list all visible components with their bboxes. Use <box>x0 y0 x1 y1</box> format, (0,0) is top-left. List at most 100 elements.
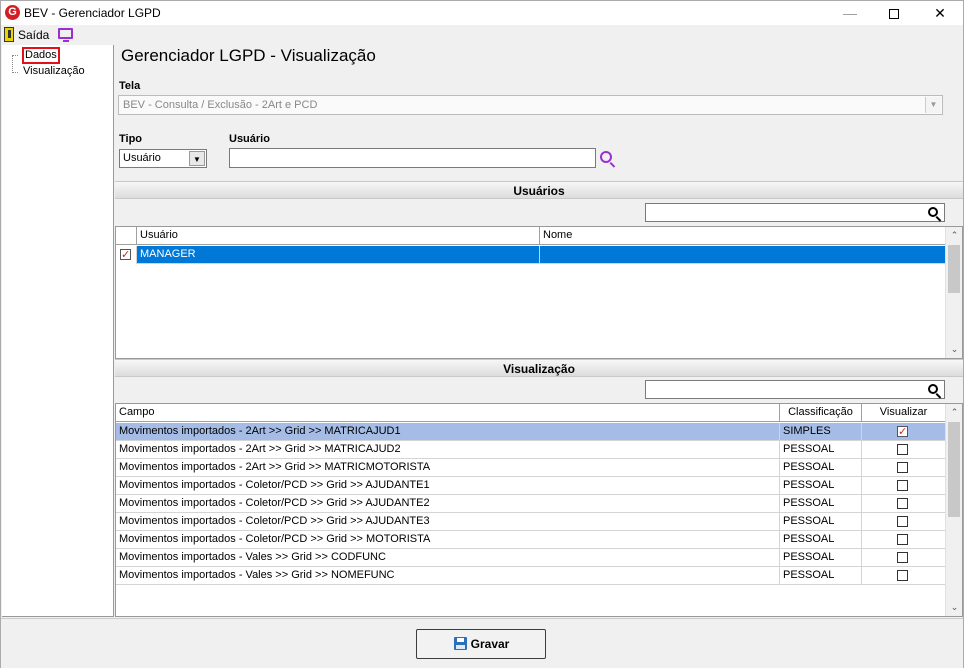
table-row[interactable]: Movimentos importados - Vales >> Grid >>… <box>116 567 945 585</box>
maximize-button[interactable] <box>871 1 917 25</box>
menu-bar: Saída <box>1 25 963 44</box>
table-row[interactable]: Movimentos importados - Vales >> Grid >>… <box>116 549 945 567</box>
tree-connector <box>12 55 18 56</box>
chevron-up-icon[interactable]: ⌃ <box>946 404 962 421</box>
cell-visualizar <box>862 513 945 531</box>
search-icon[interactable] <box>928 384 938 394</box>
table-row[interactable]: Movimentos importados - 2Art >> Grid >> … <box>116 423 945 441</box>
cell-classificacao: SIMPLES <box>780 423 862 441</box>
column-header-visualizar[interactable]: Visualizar <box>862 404 945 422</box>
cell-usuario: MANAGER <box>137 246 540 264</box>
visualizacao-section-header: Visualização <box>115 359 963 377</box>
app-window: G BEV - Gerenciador LGPD — ✕ Saída Dados… <box>0 0 964 668</box>
cell-classificacao: PESSOAL <box>780 459 862 477</box>
navigation-tree: Dados Visualização <box>2 45 114 617</box>
cell-visualizar <box>862 567 945 585</box>
column-header-usuario[interactable]: Usuário <box>137 227 540 245</box>
menu-saida[interactable]: Saída <box>18 28 49 42</box>
cell-nome <box>540 246 945 264</box>
cell-classificacao: PESSOAL <box>780 441 862 459</box>
table-row[interactable]: Movimentos importados - Coletor/PCD >> G… <box>116 495 945 513</box>
usuario-input[interactable] <box>229 148 596 168</box>
monitor-icon[interactable] <box>58 28 73 42</box>
visualizar-checkbox[interactable] <box>897 570 908 581</box>
usuarios-grid: Usuário Nome MANAGER ⌃ ⌄ <box>115 226 963 359</box>
cell-campo: Movimentos importados - Coletor/PCD >> G… <box>116 477 780 495</box>
chevron-up-icon[interactable]: ⌃ <box>946 227 962 244</box>
tipo-select-value: Usuário <box>123 152 161 164</box>
tipo-select[interactable]: Usuário ▼ <box>119 149 207 168</box>
cell-campo: Movimentos importados - 2Art >> Grid >> … <box>116 459 780 477</box>
tree-item-visualizacao[interactable]: Visualização <box>22 65 86 77</box>
visualizar-checkbox[interactable] <box>897 516 908 527</box>
scroll-thumb[interactable] <box>948 422 960 517</box>
minimize-button[interactable]: — <box>827 1 873 25</box>
exit-door-icon[interactable] <box>4 27 14 42</box>
cell-campo: Movimentos importados - 2Art >> Grid >> … <box>116 423 780 441</box>
maximize-icon <box>889 9 899 20</box>
close-button[interactable]: ✕ <box>917 1 963 25</box>
cell-campo: Movimentos importados - Coletor/PCD >> G… <box>116 531 780 549</box>
chevron-down-icon[interactable]: ▼ <box>189 151 205 166</box>
cell-campo: Movimentos importados - Vales >> Grid >>… <box>116 567 780 585</box>
row-checkbox[interactable] <box>120 247 131 264</box>
cell-visualizar <box>862 495 945 513</box>
tela-select[interactable]: BEV - Consulta / Exclusão - 2Art e PCD ▼ <box>118 95 943 115</box>
search-icon[interactable] <box>600 151 612 163</box>
page-title: Gerenciador LGPD - Visualização <box>121 46 376 65</box>
usuario-label: Usuário <box>229 133 270 145</box>
visualizar-checkbox[interactable] <box>897 498 908 509</box>
visualizacao-scrollbar[interactable]: ⌃ ⌄ <box>945 404 962 616</box>
cell-visualizar <box>862 531 945 549</box>
visualizar-checkbox[interactable] <box>897 424 908 441</box>
cell-classificacao: PESSOAL <box>780 477 862 495</box>
cell-visualizar <box>862 477 945 495</box>
tipo-label: Tipo <box>119 133 143 145</box>
usuarios-filter-input[interactable] <box>645 203 945 222</box>
column-header-nome[interactable]: Nome <box>540 227 945 245</box>
table-row[interactable]: MANAGER <box>116 246 945 264</box>
chevron-down-icon[interactable]: ▼ <box>925 97 941 113</box>
visualizar-checkbox[interactable] <box>897 462 908 473</box>
row-checkbox-cell <box>116 246 137 264</box>
table-row[interactable]: Movimentos importados - 2Art >> Grid >> … <box>116 459 945 477</box>
header-checkbox-column <box>116 227 137 245</box>
visualizar-checkbox[interactable] <box>897 480 908 491</box>
gravar-button[interactable]: Gravar <box>416 629 546 659</box>
gravar-button-label: Gravar <box>470 637 510 651</box>
visualizar-checkbox[interactable] <box>897 444 908 455</box>
column-header-campo[interactable]: Campo <box>116 404 780 422</box>
cell-visualizar <box>862 459 945 477</box>
visualizar-checkbox[interactable] <box>897 552 908 563</box>
window-title: BEV - Gerenciador LGPD <box>24 6 161 20</box>
visualizacao-grid-header: Campo Classificação Visualizar <box>116 404 945 422</box>
cell-visualizar <box>862 549 945 567</box>
usuarios-section-header: Usuários <box>115 181 963 199</box>
tela-label: Tela <box>119 80 141 92</box>
visualizacao-filter-input[interactable] <box>645 380 945 399</box>
scroll-thumb[interactable] <box>948 245 960 293</box>
tree-item-dados[interactable]: Dados <box>22 47 60 64</box>
title-bar: G BEV - Gerenciador LGPD — ✕ <box>1 1 963 25</box>
table-row[interactable]: Movimentos importados - Coletor/PCD >> G… <box>116 531 945 549</box>
cell-campo: Movimentos importados - Coletor/PCD >> G… <box>116 495 780 513</box>
cell-classificacao: PESSOAL <box>780 495 862 513</box>
cell-visualizar <box>862 441 945 459</box>
column-header-classificacao[interactable]: Classificação <box>780 404 862 422</box>
usuarios-scrollbar[interactable]: ⌃ ⌄ <box>945 227 962 358</box>
app-logo-icon: G <box>5 5 20 20</box>
cell-classificacao: PESSOAL <box>780 549 862 567</box>
visualizar-checkbox[interactable] <box>897 534 908 545</box>
cell-classificacao: PESSOAL <box>780 567 862 585</box>
footer-bar: Gravar <box>1 618 963 668</box>
search-icon[interactable] <box>928 207 938 217</box>
save-disk-icon <box>454 637 467 650</box>
tree-connector <box>12 55 13 73</box>
chevron-down-icon[interactable]: ⌄ <box>946 599 962 616</box>
table-row[interactable]: Movimentos importados - Coletor/PCD >> G… <box>116 477 945 495</box>
tela-select-value: BEV - Consulta / Exclusão - 2Art e PCD <box>123 99 318 111</box>
table-row[interactable]: Movimentos importados - 2Art >> Grid >> … <box>116 441 945 459</box>
usuarios-grid-header: Usuário Nome <box>116 227 945 245</box>
chevron-down-icon[interactable]: ⌄ <box>946 341 962 358</box>
table-row[interactable]: Movimentos importados - Coletor/PCD >> G… <box>116 513 945 531</box>
